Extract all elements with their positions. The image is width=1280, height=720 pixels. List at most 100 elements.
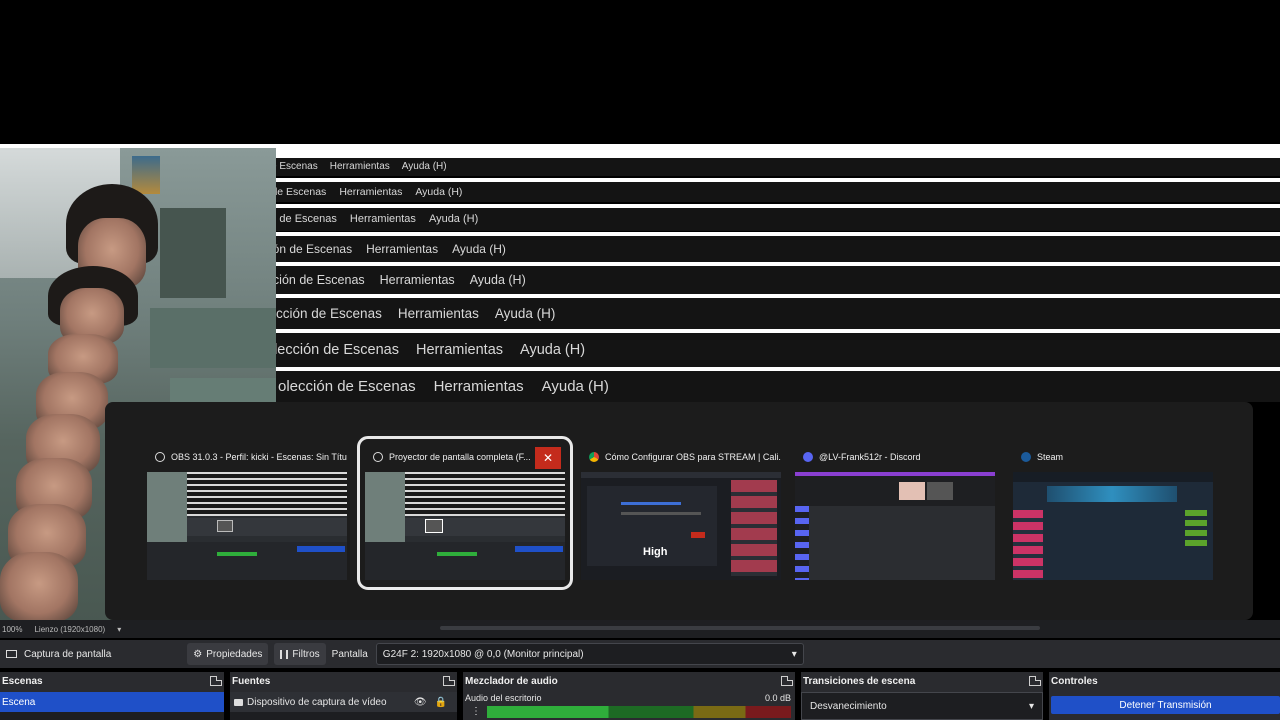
menu-item-help[interactable]: Ayuda (H): [542, 371, 609, 402]
transition-select[interactable]: Desvanecimiento ▾: [801, 692, 1043, 720]
obs-icon: [155, 452, 165, 462]
display-capture-icon: [6, 650, 17, 658]
close-window-button[interactable]: ✕: [535, 447, 561, 469]
source-item[interactable]: Dispositivo de captura de vídeo 👁 🔒: [230, 692, 457, 712]
menu-item-collection[interactable]: olección de Escenas: [278, 371, 416, 402]
window-thumbnail: [147, 472, 347, 580]
window-title: @LV-Frank512r - Discord: [819, 452, 921, 462]
sources-dock-title: Fuentes: [232, 675, 271, 687]
audio-mixer-dock: Mezclador de audio Audio del escritorio …: [463, 672, 795, 720]
source-toolbar: Captura de pantalla ⚙ Propiedades Filtro…: [0, 640, 1280, 668]
chevron-down-icon: ▾: [791, 648, 797, 660]
mixer-level: 0.0 dB: [764, 693, 791, 703]
menu-item-tools[interactable]: Herramientas: [380, 266, 455, 295]
selected-source-label: Captura de pantalla: [24, 648, 112, 660]
display-select[interactable]: G24F 2: 1920x1080 @ 0,0 (Monitor princip…: [375, 643, 804, 665]
video-overlay-text: High: [643, 546, 668, 558]
transition-value: Desvanecimiento: [810, 700, 887, 712]
audio-mixer-title: Mezclador de audio: [465, 675, 558, 687]
scene-item[interactable]: Escena: [0, 692, 224, 712]
camera-icon: [234, 698, 243, 706]
filters-button[interactable]: Filtros: [274, 643, 326, 665]
undock-icon[interactable]: [443, 676, 455, 686]
eye-icon[interactable]: 👁: [414, 697, 427, 708]
sources-dock: Fuentes Dispositivo de captura de vídeo …: [230, 672, 457, 720]
gear-icon: ⚙: [193, 648, 203, 660]
window-header: Cómo Configurar OBS para STREAM | Cali..…: [581, 444, 781, 470]
menu-item-tools[interactable]: Herramientas: [339, 182, 402, 202]
mixer-channel-name: Audio del escritorio: [465, 693, 542, 703]
window-title: Cómo Configurar OBS para STREAM | Cali..…: [605, 452, 781, 462]
menu-item-tools[interactable]: Herramientas: [330, 158, 390, 176]
window-header: @LV-Frank512r - Discord: [795, 444, 995, 470]
stop-streaming-button[interactable]: Detener Transmisión: [1051, 696, 1280, 714]
undock-icon[interactable]: [1029, 676, 1041, 686]
controls-body: Detener Transmisión: [1049, 692, 1280, 720]
scenes-dock: Escenas Escena: [0, 672, 224, 720]
controls-title: Controles: [1051, 675, 1098, 687]
display-label: Pantalla: [331, 648, 368, 660]
display-select-value: G24F 2: 1920x1080 @ 0,0 (Monitor princip…: [382, 648, 584, 660]
menu-item-help[interactable]: Ayuda (H): [520, 333, 585, 368]
menu-item-tools[interactable]: Herramientas: [434, 371, 524, 402]
scenes-dock-title: Escenas: [2, 675, 43, 687]
discord-icon: [803, 452, 813, 462]
window-thumbnail: [1013, 472, 1213, 580]
window-title: Steam: [1037, 452, 1064, 462]
properties-label: Propiedades: [206, 648, 263, 660]
transitions-dock: Transiciones de escena Desvanecimiento ▾: [801, 672, 1043, 720]
source-item-label: Dispositivo de captura de vídeo: [247, 696, 387, 708]
menu-dots-icon[interactable]: ⋮: [471, 706, 481, 717]
menu-item-help[interactable]: Ayuda (H): [429, 208, 478, 231]
stop-streaming-label: Detener Transmisión: [1119, 699, 1212, 711]
switcher-window-steam[interactable]: Steam: [1013, 444, 1213, 582]
menu-item-help[interactable]: Ayuda (H): [402, 158, 447, 176]
window-header: OBS 31.0.3 - Perfil: kicki - Escenas: Si…: [147, 444, 347, 470]
audio-mixer-body: Audio del escritorio 0.0 dB ⋮: [463, 692, 795, 720]
menu-item-tools[interactable]: Herramientas: [350, 208, 416, 231]
filter-icon: [280, 649, 289, 659]
filters-label: Filtros: [292, 648, 320, 660]
properties-button[interactable]: ⚙ Propiedades: [187, 643, 269, 665]
switcher-window-projector[interactable]: Proyector de pantalla completa (F... ✕: [357, 436, 573, 590]
window-switcher: OBS 31.0.3 - Perfil: kicki - Escenas: Si…: [105, 402, 1253, 620]
menu-item-help[interactable]: Ayuda (H): [470, 266, 526, 295]
menu-item-tools[interactable]: Herramientas: [398, 298, 479, 330]
chevron-down-icon[interactable]: ▾: [117, 625, 121, 634]
menu-item-tools[interactable]: Herramientas: [366, 236, 438, 262]
switcher-window-discord[interactable]: @LV-Frank512r - Discord: [795, 444, 995, 582]
sources-list: Dispositivo de captura de vídeo 👁 🔒: [230, 692, 457, 720]
window-thumbnail: [365, 472, 565, 580]
canvas-size: Lienzo (1920x1080): [34, 624, 106, 634]
menu-item-collection[interactable]: olección de Escenas: [258, 298, 382, 330]
controls-dock: Controles Detener Transmisión: [1049, 672, 1280, 720]
selected-source: Captura de pantalla: [0, 643, 117, 665]
window-thumbnail: High: [581, 472, 781, 580]
menu-item-collection[interactable]: olección de Escenas: [266, 333, 399, 368]
obs-preview-status: 100% Lienzo (1920x1080) ▾: [0, 620, 1280, 638]
undock-icon[interactable]: [781, 676, 793, 686]
window-thumbnail: [795, 472, 995, 580]
menu-item-help[interactable]: Ayuda (H): [415, 182, 462, 202]
undock-icon[interactable]: [210, 676, 222, 686]
window-title: OBS 31.0.3 - Perfil: kicki - Escenas: Si…: [171, 452, 347, 462]
steam-icon: [1021, 452, 1031, 462]
scenes-list: Escena: [0, 692, 224, 720]
horizontal-scrollbar[interactable]: [440, 626, 1040, 630]
chevron-down-icon: ▾: [1028, 700, 1034, 712]
lock-icon[interactable]: 🔒: [435, 697, 447, 708]
audio-meter: [487, 706, 791, 718]
switcher-window-chrome[interactable]: Cómo Configurar OBS para STREAM | Cali..…: [581, 444, 781, 582]
menu-item-tools[interactable]: Herramientas: [416, 333, 503, 368]
switcher-window-obs[interactable]: OBS 31.0.3 - Perfil: kicki - Escenas: Si…: [147, 444, 347, 582]
menu-item-help[interactable]: Ayuda (H): [452, 236, 506, 262]
obs-icon: [373, 452, 383, 462]
window-header: Steam: [1013, 444, 1213, 470]
close-icon: ✕: [542, 451, 554, 465]
window-title: Proyector de pantalla completa (F...: [389, 452, 531, 462]
chrome-icon: [589, 452, 599, 462]
screen: olección de EscenasHerramientasAyuda (H)…: [0, 0, 1280, 720]
transitions-title: Transiciones de escena: [803, 675, 916, 687]
menu-item-help[interactable]: Ayuda (H): [495, 298, 556, 330]
scene-item-label: Escena: [2, 696, 36, 708]
